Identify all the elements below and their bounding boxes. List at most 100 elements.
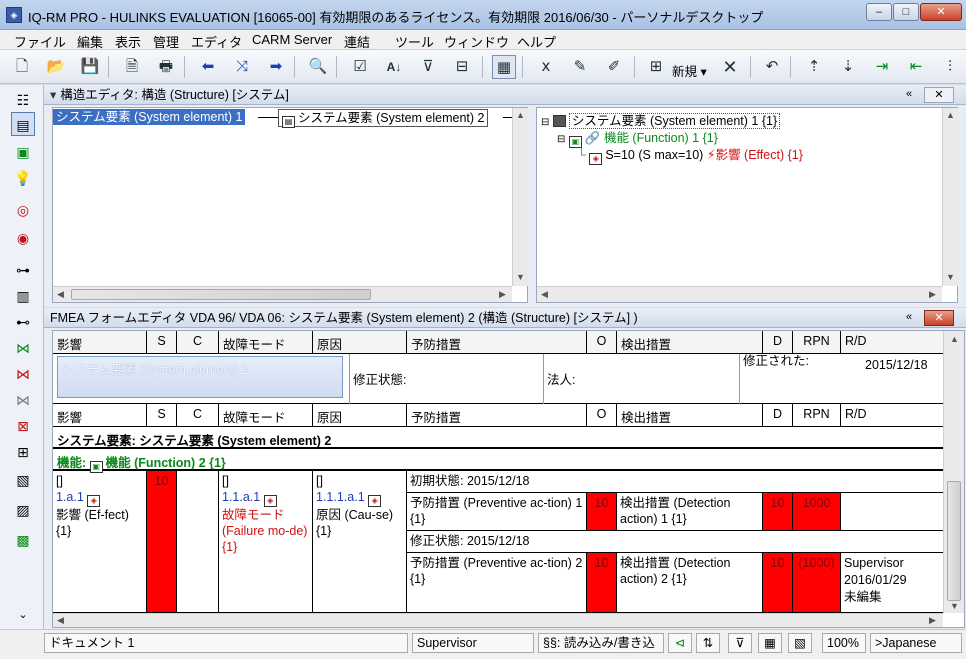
menu-manage[interactable]: 管理 — [153, 32, 179, 51]
scroll-up-icon[interactable]: ▲ — [516, 110, 525, 120]
severity-cell[interactable]: 10 — [147, 471, 177, 613]
class-cell[interactable] — [177, 471, 219, 613]
more-tools-icon[interactable]: ⫶ — [938, 55, 962, 79]
col2-failure-mode[interactable]: 故障モード — [219, 404, 313, 426]
scroll-right-icon[interactable]: ▶ — [929, 289, 936, 300]
target-alt-icon[interactable]: ◉ — [11, 226, 35, 250]
grid-icon[interactable]: ⊞ — [11, 440, 35, 464]
col-c[interactable]: C — [177, 331, 219, 353]
new-dropdown-button[interactable]: 新規 ▾ — [672, 61, 707, 80]
menu-tools[interactable]: ツール — [395, 32, 434, 51]
col-prevention[interactable]: 予防措置 — [407, 331, 587, 353]
occurrence-1-cell[interactable]: 10 — [587, 493, 617, 531]
fmea-vertical-scrollbar[interactable]: ▲ ▼ — [943, 331, 964, 613]
idea-bulb-icon[interactable]: 💡 — [11, 166, 35, 190]
tree-horizontal-scrollbar[interactable]: ◀ ▶ — [537, 286, 942, 302]
col2-detection[interactable]: 検出措置 — [617, 404, 763, 426]
col2-c[interactable]: C — [177, 404, 219, 426]
app-icon[interactable]: ◈ — [6, 7, 22, 23]
scroll-down-icon[interactable]: ▼ — [950, 601, 959, 611]
minimize-button[interactable]: – — [866, 3, 892, 21]
col2-s[interactable]: S — [147, 404, 177, 426]
scroll-thumb[interactable] — [947, 481, 961, 601]
close-button[interactable]: ✕ — [920, 3, 962, 21]
col-detection[interactable]: 検出措置 — [617, 331, 763, 353]
table-structure-icon[interactable]: ▥ — [11, 284, 35, 308]
gray-net-icon[interactable]: ⋈ — [11, 388, 35, 412]
menu-window[interactable]: ウィンドウ — [444, 32, 509, 51]
status-filter-icon[interactable]: ⊽ — [728, 633, 752, 653]
menu-link[interactable]: 連結 — [344, 32, 370, 51]
col-o[interactable]: O — [587, 331, 617, 353]
structure-view-icon[interactable]: ▤ — [11, 112, 35, 136]
revised-state-row[interactable]: 修正状態: 2015/12/18 — [407, 531, 943, 553]
open-folder-icon[interactable]: 📂 — [44, 55, 68, 79]
note-icon[interactable]: ✎ — [568, 55, 592, 79]
save-icon[interactable]: 💾 — [78, 55, 102, 79]
occurrence-2-cell[interactable]: 10 — [587, 553, 617, 613]
new-document-icon[interactable]: 🗋 — [10, 55, 34, 79]
rpn-1-cell[interactable]: 1000 — [793, 493, 841, 531]
graph-horizontal-scrollbar[interactable]: ◀ ▶ — [53, 286, 512, 302]
scroll-up-icon[interactable]: ▲ — [950, 334, 959, 344]
rd-2-cell[interactable]: Supervisor 2016/01/29 未編集 — [841, 553, 943, 613]
failure-mode-cell[interactable]: [] 1.1.a.1 ◈ 故障モード (Failure mo-de) {1} — [219, 471, 313, 613]
prevention-1-cell[interactable]: 予防措置 (Preventive ac-tion) 1 {1} — [407, 493, 587, 531]
report-icon[interactable]: ▨ — [11, 498, 35, 522]
function-view-icon[interactable]: ▣ — [11, 140, 35, 164]
fmea-horizontal-scrollbar[interactable]: ◀ ▶ — [53, 613, 943, 627]
fmea-close-icon[interactable]: ✕ — [924, 310, 954, 326]
edit-note-icon[interactable]: ✐ — [602, 55, 626, 79]
menu-help[interactable]: ヘルプ — [517, 32, 556, 51]
binoculars-icon[interactable]: 🔍 — [306, 55, 330, 79]
scroll-left-icon[interactable]: ◀ — [57, 289, 64, 300]
new-item-icon[interactable]: ⊞ — [644, 55, 668, 79]
move-down-icon[interactable]: ⇣ — [836, 55, 860, 79]
rpn-2-cell[interactable]: (1000) — [793, 553, 841, 613]
tree-structure-icon[interactable]: ⊷ — [11, 310, 35, 334]
panel-close-icon[interactable]: ✕ — [924, 87, 954, 103]
status-zoom[interactable]: 100% — [822, 633, 866, 653]
back-arrow-icon[interactable]: ⬅ — [196, 55, 220, 79]
tree-expand-icon[interactable]: ⊟ — [557, 134, 565, 145]
failure-net-icon[interactable]: ⋈ — [11, 362, 35, 386]
collapse-icon[interactable]: « — [902, 310, 916, 326]
sidebar-more-icon[interactable]: ⌄ — [11, 603, 35, 627]
node-system-element-1[interactable]: システム要素 (System element) 1 — [53, 109, 246, 125]
status-language[interactable]: >Japanese — [870, 633, 962, 653]
function-row[interactable]: 機能: ▣ 機能 (Function) 2 {1} — [53, 449, 943, 473]
effect-cell[interactable]: [] 1.a.1 ◈ 影響 (Ef-fect) {1} — [53, 471, 147, 613]
form-view-icon[interactable]: ▧ — [11, 468, 35, 492]
filter-icon[interactable]: ⊽ — [416, 55, 440, 79]
report-alt-icon[interactable]: ▩ — [11, 528, 35, 552]
hierarchy-filter-icon[interactable]: ⊟ — [450, 55, 474, 79]
col-s[interactable]: S — [147, 331, 177, 353]
detection-2-cell[interactable]: 検出措置 (Detection action) 2 {1} — [617, 553, 763, 613]
col-failure-mode[interactable]: 故障モード — [219, 331, 313, 353]
scroll-left-icon[interactable]: ◀ — [57, 615, 64, 626]
sort-az-icon[interactable]: A↓ — [382, 55, 406, 79]
maximize-button[interactable]: □ — [893, 3, 919, 21]
node-system-element-2[interactable]: ▤ システム要素 (System element) 2 — [278, 109, 489, 128]
detection-1-cell[interactable]: 検出措置 (Detection action) 1 {1} — [617, 493, 763, 531]
cause-cell[interactable]: [] 1.1.1.a.1 ◈ 原因 (Cau-se) {1} — [313, 471, 407, 613]
panel-menu-icon[interactable]: ▾ — [50, 88, 56, 102]
col2-rpn[interactable]: RPN — [793, 404, 841, 426]
status-grid-icon[interactable]: ▦ — [758, 633, 782, 653]
checklist-icon[interactable]: ☑ — [348, 55, 372, 79]
print-icon[interactable]: 🖶 — [154, 55, 178, 79]
menu-view[interactable]: 表示 — [115, 32, 141, 51]
detection-rating-2-cell[interactable]: 10 — [763, 553, 793, 613]
outdent-icon[interactable]: ⇤ — [904, 55, 928, 79]
navigate-icon[interactable]: ⤨ — [230, 55, 254, 79]
menu-editor[interactable]: エディタ — [191, 32, 242, 51]
scroll-right-icon[interactable]: ▶ — [499, 289, 506, 300]
col2-rd[interactable]: R/D — [841, 404, 937, 426]
system-element-row[interactable]: システム要素: システム要素 (System element) 2 — [53, 427, 943, 449]
properties-icon[interactable]: 🗎 — [120, 55, 144, 79]
col2-o[interactable]: O — [587, 404, 617, 426]
forward-arrow-icon[interactable]: ➡ — [264, 55, 288, 79]
col2-d[interactable]: D — [763, 404, 793, 426]
collapse-icon[interactable]: « — [902, 87, 916, 103]
col-effect[interactable]: 影響 — [53, 331, 147, 353]
